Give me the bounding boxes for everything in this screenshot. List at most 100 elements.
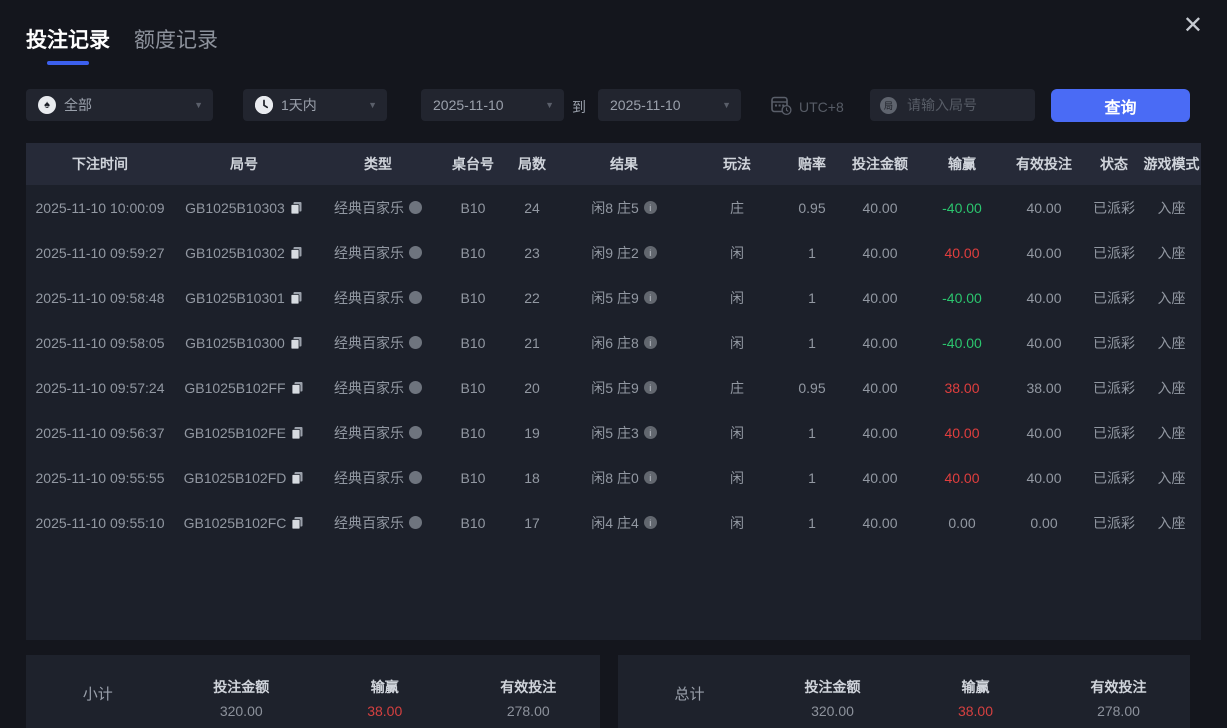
game-id-cell: GB1025B102FF bbox=[174, 380, 314, 396]
round-number: 19 bbox=[504, 425, 560, 441]
copy-icon[interactable] bbox=[290, 201, 303, 215]
copy-icon[interactable] bbox=[291, 516, 304, 530]
replay-icon[interactable] bbox=[409, 336, 422, 349]
replay-icon[interactable] bbox=[409, 516, 422, 529]
info-icon[interactable]: i bbox=[644, 291, 657, 304]
total-win-loss: 输赢 38.00 bbox=[904, 655, 1047, 719]
bet-amount: 40.00 bbox=[838, 335, 922, 351]
table-row: 2025-11-10 09:56:37 GB1025B102FE 经典百家乐 B… bbox=[26, 410, 1201, 455]
tab-quota-records[interactable]: 额度记录 bbox=[134, 24, 218, 54]
total-panel: 总计 投注金额 320.00 输赢 38.00 有效投注 278.00 bbox=[618, 655, 1190, 728]
date-to-picker[interactable]: 2025-11-10 ▼ bbox=[598, 89, 741, 121]
date-from-picker[interactable]: 2025-11-10 ▼ bbox=[421, 89, 564, 121]
win-loss: -40.00 bbox=[922, 290, 1002, 306]
bet-amount: 40.00 bbox=[838, 515, 922, 531]
query-button[interactable]: 查询 bbox=[1051, 89, 1190, 122]
game-id: GB1025B10300 bbox=[185, 335, 285, 351]
status: 已派彩 bbox=[1086, 333, 1142, 353]
win-loss: 38.00 bbox=[922, 380, 1002, 396]
copy-icon[interactable] bbox=[291, 426, 304, 440]
timezone-indicator: UTC+8 bbox=[770, 94, 844, 119]
column-header: 结果 bbox=[560, 154, 688, 174]
timezone-label: UTC+8 bbox=[799, 99, 844, 115]
table-number: B10 bbox=[442, 290, 504, 306]
game-number-input[interactable] bbox=[905, 96, 1025, 114]
bet-time: 2025-11-10 09:59:27 bbox=[26, 245, 174, 261]
column-header: 赔率 bbox=[786, 154, 838, 174]
replay-icon[interactable] bbox=[409, 246, 422, 259]
result-text: 闲6 庄8 bbox=[591, 333, 638, 353]
game-type-cell: 经典百家乐 bbox=[314, 243, 442, 263]
stat-value: 278.00 bbox=[457, 703, 601, 719]
game-id-cell: GB1025B10300 bbox=[174, 335, 314, 351]
game-id: GB1025B10301 bbox=[185, 290, 285, 306]
tab-betting-records[interactable]: 投注记录 bbox=[26, 24, 110, 65]
date-to-value: 2025-11-10 bbox=[610, 97, 681, 113]
stat-label: 输赢 bbox=[313, 677, 457, 697]
game-type: 经典百家乐 bbox=[334, 243, 404, 263]
replay-icon[interactable] bbox=[409, 471, 422, 484]
play-type: 闲 bbox=[688, 468, 786, 488]
result-cell: 闲5 庄3 i bbox=[560, 423, 688, 443]
table-number: B10 bbox=[442, 515, 504, 531]
replay-icon[interactable] bbox=[409, 381, 422, 394]
win-loss: 40.00 bbox=[922, 425, 1002, 441]
bet-amount: 40.00 bbox=[838, 200, 922, 216]
copy-icon[interactable] bbox=[290, 246, 303, 260]
valid-bet: 0.00 bbox=[1002, 515, 1086, 531]
play-type: 闲 bbox=[688, 423, 786, 443]
valid-bet: 38.00 bbox=[1002, 380, 1086, 396]
game-type-cell: 经典百家乐 bbox=[314, 378, 442, 398]
game-mode: 入座 bbox=[1142, 288, 1201, 308]
subtotal-valid-bet: 有效投注 278.00 bbox=[457, 655, 601, 719]
info-icon[interactable]: i bbox=[644, 516, 657, 529]
info-icon[interactable]: i bbox=[644, 381, 657, 394]
chevron-down-icon: ▼ bbox=[194, 100, 203, 110]
stat-value: 38.00 bbox=[313, 703, 457, 719]
stat-label: 投注金额 bbox=[170, 677, 314, 697]
close-icon[interactable]: ✕ bbox=[1183, 14, 1203, 38]
column-header: 局数 bbox=[504, 154, 560, 174]
result-text: 闲8 庄5 bbox=[591, 198, 638, 218]
play-type: 庄 bbox=[688, 198, 786, 218]
info-icon[interactable]: i bbox=[644, 426, 657, 439]
stat-label: 有效投注 bbox=[457, 677, 601, 697]
replay-icon[interactable] bbox=[409, 201, 422, 214]
round-number: 18 bbox=[504, 470, 560, 486]
total-valid-bet: 有效投注 278.00 bbox=[1047, 655, 1190, 719]
info-icon[interactable]: i bbox=[644, 246, 657, 259]
round-number: 22 bbox=[504, 290, 560, 306]
tab-betting-records-label: 投注记录 bbox=[26, 29, 110, 52]
win-loss: -40.00 bbox=[922, 200, 1002, 216]
copy-icon[interactable] bbox=[291, 381, 304, 395]
info-icon[interactable]: i bbox=[644, 471, 657, 484]
result-text: 闲5 庄3 bbox=[591, 423, 638, 443]
copy-icon[interactable] bbox=[290, 291, 303, 305]
bet-time: 2025-11-10 09:58:05 bbox=[26, 335, 174, 351]
game-id-cell: GB1025B10303 bbox=[174, 200, 314, 216]
result-text: 闲9 庄2 bbox=[591, 243, 638, 263]
calendar-clock-icon bbox=[770, 94, 792, 119]
game-type: 经典百家乐 bbox=[334, 333, 404, 353]
game-type-dropdown[interactable]: ♠ 全部 ▼ bbox=[26, 89, 213, 121]
replay-icon[interactable] bbox=[409, 291, 422, 304]
info-icon[interactable]: i bbox=[644, 201, 657, 214]
game-id: GB1025B102FF bbox=[184, 380, 285, 396]
time-range-dropdown[interactable]: 1天内 ▼ bbox=[243, 89, 387, 121]
replay-icon[interactable] bbox=[409, 426, 422, 439]
copy-icon[interactable] bbox=[290, 336, 303, 350]
column-header: 局号 bbox=[174, 154, 314, 174]
odds: 1 bbox=[786, 470, 838, 486]
column-header: 下注时间 bbox=[26, 154, 174, 174]
time-range-value: 1天内 bbox=[281, 95, 317, 115]
active-tab-underline bbox=[47, 61, 89, 65]
game-type: 经典百家乐 bbox=[334, 423, 404, 443]
bet-records-table: 下注时间局号类型桌台号局数结果玩法赔率投注金额输赢有效投注状态游戏模式 2025… bbox=[26, 143, 1201, 640]
copy-icon[interactable] bbox=[291, 471, 304, 485]
game-type-cell: 经典百家乐 bbox=[314, 333, 442, 353]
valid-bet: 40.00 bbox=[1002, 200, 1086, 216]
game-id: GB1025B102FD bbox=[184, 470, 287, 486]
win-loss: 40.00 bbox=[922, 470, 1002, 486]
info-icon[interactable]: i bbox=[644, 336, 657, 349]
date-range-to-label: 到 bbox=[572, 97, 586, 117]
